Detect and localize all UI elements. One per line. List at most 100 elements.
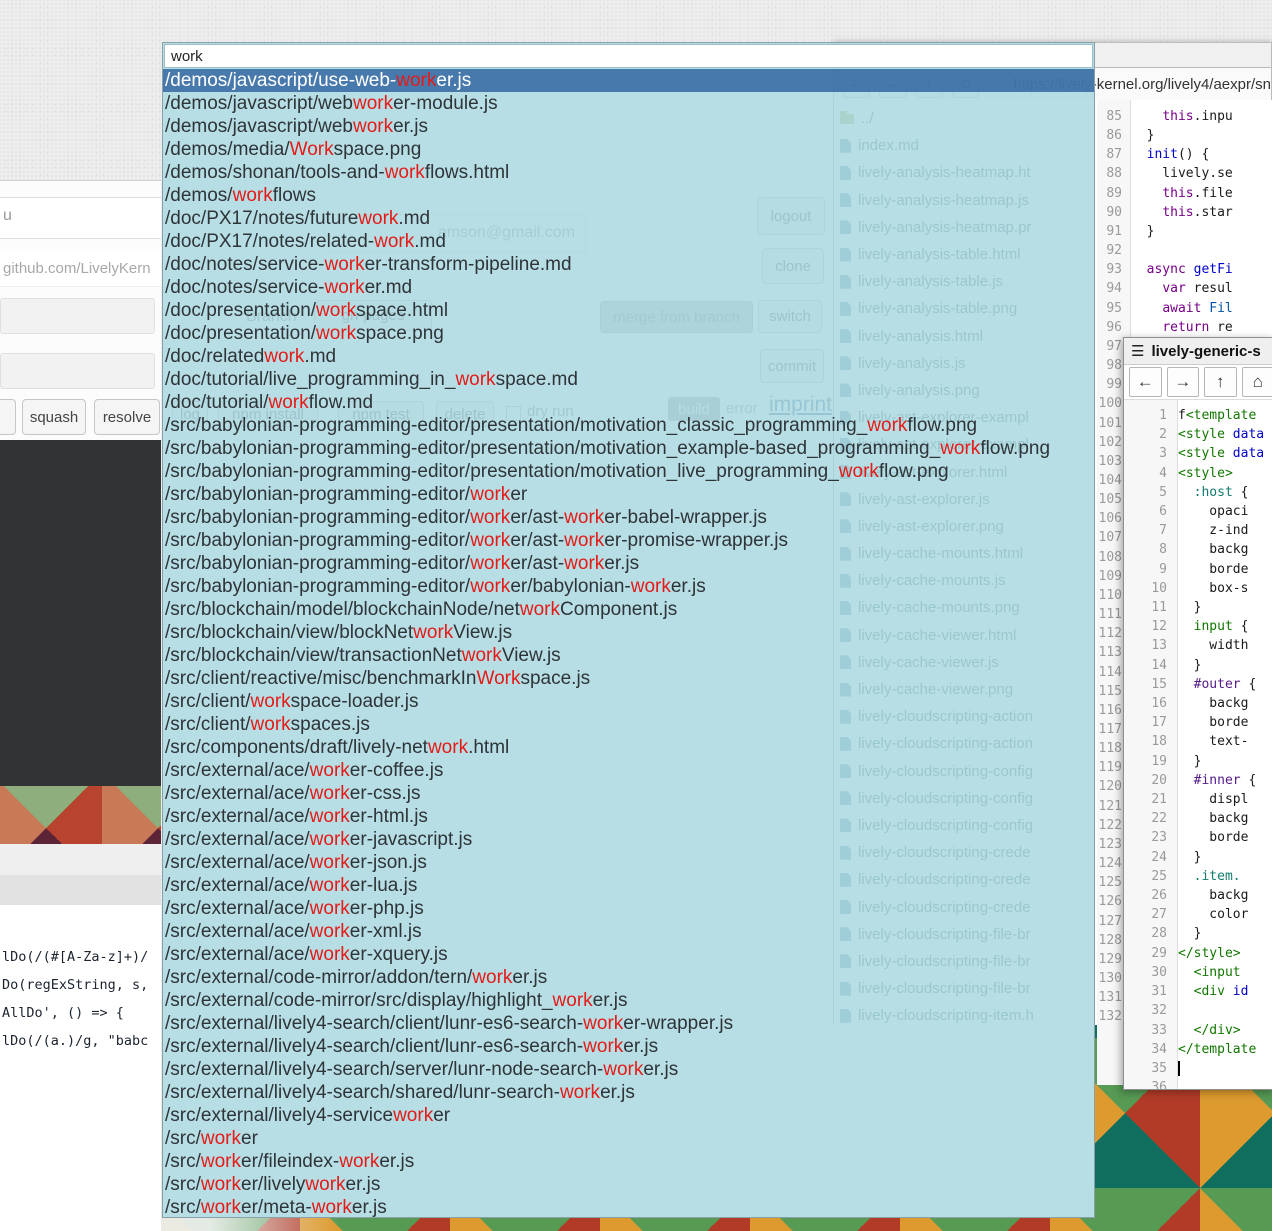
search-result-item[interactable]: /src/client/reactive/misc/benchmarkInWor… (163, 667, 1094, 690)
search-result-item[interactable]: /src/external/code-mirror/addon/tern/wor… (163, 966, 1094, 989)
code-line: backg (1178, 540, 1272, 559)
search-result-item[interactable]: /src/external/lively4-search/server/lunr… (163, 1058, 1094, 1081)
up-icon[interactable]: ↑ (1204, 367, 1237, 397)
line-number: 1 (1124, 406, 1167, 425)
search-result-item[interactable]: /src/external/ace/worker-xquery.js (163, 943, 1094, 966)
code-line: var resul (1131, 279, 1272, 298)
search-result-item[interactable]: /src/external/lively4-search/client/lunr… (163, 1012, 1094, 1035)
line-number: 125 (1097, 873, 1122, 892)
search-result-item[interactable]: /doc/notes/service-worker-transform-pipe… (163, 253, 1094, 276)
search-result-item[interactable]: /src/babylonian-programming-editor/prese… (163, 414, 1094, 437)
search-result-item[interactable]: /demos/javascript/webworker-module.js (163, 92, 1094, 115)
search-result-item[interactable]: /src/external/ace/worker-javascript.js (163, 828, 1094, 851)
code-line: backg (1178, 809, 1272, 828)
menu-icon[interactable]: ☰ (1131, 342, 1144, 360)
search-result-item[interactable]: /src/external/ace/worker-css.js (163, 782, 1094, 805)
search-input[interactable] (164, 44, 1093, 68)
search-result-item[interactable]: /src/worker (163, 1127, 1094, 1150)
search-result-item[interactable]: /doc/presentation/workspace.png (163, 322, 1094, 345)
search-result-item[interactable]: /demos/workflows (163, 184, 1094, 207)
search-result-item[interactable]: /src/worker/livelyworker.js (163, 1173, 1094, 1196)
squash-button[interactable]: squash (22, 399, 86, 435)
search-result-item[interactable]: /src/external/lively4-serviceworker (163, 1104, 1094, 1127)
search-result-item[interactable]: /demos/media/Workspace.png (163, 138, 1094, 161)
search-result-item[interactable]: /src/external/ace/worker-php.js (163, 897, 1094, 920)
search-result-item[interactable]: /src/external/ace/worker-html.js (163, 805, 1094, 828)
line-number: 30 (1124, 963, 1167, 982)
line-number: 105 (1097, 490, 1122, 509)
code-lines[interactable]: f<template<style data<style data<style> … (1178, 406, 1272, 1089)
code-line: text- (1178, 732, 1272, 751)
line-number: 16 (1124, 694, 1167, 713)
search-result-item[interactable]: /doc/relatedwork.md (163, 345, 1094, 368)
diff-button[interactable]: ff (0, 399, 16, 435)
home-icon[interactable]: ⌂ (1242, 367, 1272, 397)
search-result-item[interactable]: /doc/PX17/notes/futurework.md (163, 207, 1094, 230)
line-number: 108 (1097, 548, 1122, 567)
line-number: 131 (1097, 988, 1122, 1007)
code-line: borde (1178, 713, 1272, 732)
editor-window-titlebar[interactable]: ☰ lively-generic-s (1124, 338, 1272, 365)
search-result-item[interactable]: /doc/tutorial/live_programming_in_worksp… (163, 368, 1094, 391)
search-result-item[interactable]: /src/client/workspace-loader.js (163, 690, 1094, 713)
search-result-item[interactable]: /src/client/workspaces.js (163, 713, 1094, 736)
search-result-item[interactable]: /src/babylonian-programming-editor/prese… (163, 437, 1094, 460)
search-result-item[interactable]: /src/components/draft/lively-network.htm… (163, 736, 1094, 759)
search-result-item[interactable]: /demos/javascript/use-web-worker.js (163, 69, 1094, 92)
search-result-item[interactable]: /src/external/lively4-search/shared/lunr… (163, 1081, 1094, 1104)
search-result-item[interactable]: /src/worker/fileindex-worker.js (163, 1150, 1094, 1173)
search-result-item[interactable]: /src/worker/meta-worker.js (163, 1196, 1094, 1217)
sync-repo-url-field[interactable]: github.com/LivelyKern (0, 251, 161, 287)
search-result-item[interactable]: /doc/PX17/notes/related-work.md (163, 230, 1094, 253)
code-line: lDo(/(a.)/g, "babc (0, 1027, 161, 1055)
sync-log-panel (0, 440, 161, 786)
search-result-item[interactable]: /demos/javascript/webworker.js (163, 115, 1094, 138)
search-result-item[interactable]: /src/babylonian-programming-editor/worke… (163, 552, 1094, 575)
search-result-item[interactable]: /src/babylonian-programming-editor/worke… (163, 483, 1094, 506)
search-result-item[interactable]: /src/external/ace/worker-json.js (163, 851, 1094, 874)
code-line: opaci (1178, 502, 1272, 521)
line-number: 116 (1097, 701, 1122, 720)
line-number: 111 (1097, 605, 1122, 624)
line-number: 99 (1097, 375, 1122, 394)
code-line (1131, 241, 1272, 260)
search-result-item[interactable]: /src/external/ace/worker-xml.js (163, 920, 1094, 943)
code-editor-pane[interactable]: 1234567891011121314151617181920212223242… (1124, 400, 1272, 1089)
left-toolbar-strip-2 (0, 875, 161, 905)
code-lines[interactable]: this.inpu } init() { lively.se this.file… (1131, 107, 1272, 337)
left-code-editor[interactable]: lDo(/(#[A-Za-z]+)/Do(regExString, s,AllD… (0, 905, 161, 1231)
code-line: width (1178, 636, 1272, 655)
search-result-item[interactable]: /demos/shonan/tools-and-workflows.html (163, 161, 1094, 184)
search-result-item[interactable]: /src/external/code-mirror/src/display/hi… (163, 989, 1094, 1012)
search-result-item[interactable]: /src/babylonian-programming-editor/worke… (163, 575, 1094, 598)
search-result-item[interactable]: /doc/presentation/workspace.html (163, 299, 1094, 322)
search-result-item[interactable]: /src/blockchain/model/blockchainNode/net… (163, 598, 1094, 621)
search-result-item[interactable]: /src/blockchain/view/blockNetworkView.js (163, 621, 1094, 644)
search-result-item[interactable]: /src/blockchain/view/transactionNetworkV… (163, 644, 1094, 667)
forward-icon[interactable]: → (1167, 367, 1200, 397)
resolve-button[interactable]: resolve (94, 399, 160, 435)
line-number: 10 (1124, 579, 1167, 598)
sync-field-empty-2[interactable] (0, 353, 155, 389)
line-number: 88 (1097, 164, 1122, 183)
code-line: backg (1178, 886, 1272, 905)
search-result-item[interactable]: /doc/notes/service-worker.md (163, 276, 1094, 299)
search-result-item[interactable]: /src/babylonian-programming-editor/worke… (163, 529, 1094, 552)
line-number: 2 (1124, 425, 1167, 444)
search-result-item[interactable]: /doc/tutorial/workflow.md (163, 391, 1094, 414)
line-number: 6 (1124, 502, 1167, 521)
search-result-item[interactable]: /src/babylonian-programming-editor/prese… (163, 460, 1094, 483)
search-result-item[interactable]: /src/external/lively4-search/client/lunr… (163, 1035, 1094, 1058)
search-result-item[interactable]: /src/external/ace/worker-coffee.js (163, 759, 1094, 782)
code-line: input { (1178, 617, 1272, 636)
line-number: 117 (1097, 720, 1122, 739)
line-number: 114 (1097, 663, 1122, 682)
line-number: 94 (1097, 279, 1122, 298)
line-number: 32 (1124, 1001, 1167, 1020)
search-result-item[interactable]: /src/babylonian-programming-editor/worke… (163, 506, 1094, 529)
search-result-item[interactable]: /src/external/ace/worker-lua.js (163, 874, 1094, 897)
back-icon[interactable]: ← (1129, 367, 1162, 397)
line-number: 107 (1097, 528, 1122, 547)
sync-username-field[interactable]: u (0, 197, 161, 239)
sync-field-empty-1[interactable] (0, 298, 155, 334)
